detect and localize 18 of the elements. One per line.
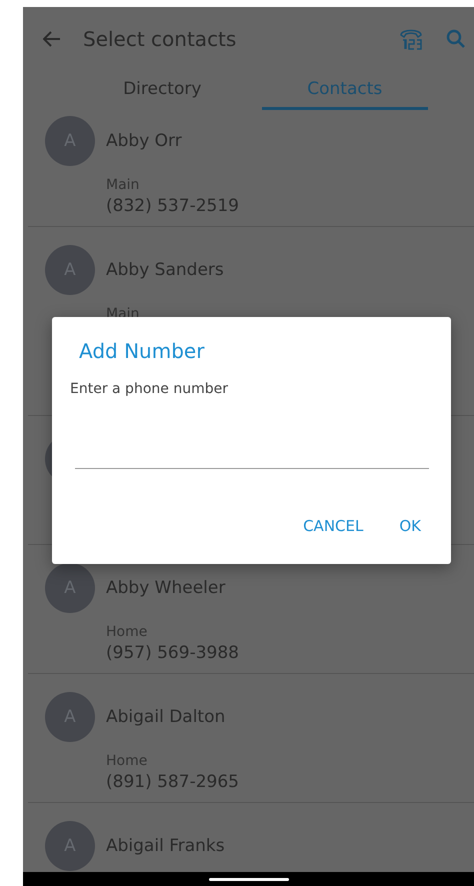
screen-title: Select contacts [83, 26, 238, 50]
cancel-button[interactable]: CANCEL [295, 511, 372, 541]
phone-number[interactable]: (891) 587-2965 [106, 771, 239, 793]
ok-button[interactable]: OK [391, 511, 429, 541]
contact-name[interactable]: Abby Wheeler [106, 578, 226, 598]
phone-number[interactable]: (832) 537-2519 [106, 195, 239, 217]
back-arrow-icon[interactable] [43, 30, 61, 46]
search-icon[interactable] [446, 28, 466, 48]
contact-name[interactable]: Abby Orr [106, 131, 182, 151]
phone-number[interactable]: (957) 569-3988 [106, 642, 239, 664]
contact-name[interactable]: Abigail Dalton [106, 707, 226, 727]
home-indicator[interactable] [208, 878, 288, 880]
dialog-title: Add Number [79, 339, 204, 363]
contact-name[interactable]: Abigail Franks [106, 836, 225, 856]
contact-name[interactable]: Abby Sanders [106, 260, 224, 280]
tab[interactable]: Directory [79, 70, 246, 110]
tab[interactable]: Contacts [262, 70, 428, 110]
dialog-prompt: Enter a phone number [70, 381, 228, 397]
